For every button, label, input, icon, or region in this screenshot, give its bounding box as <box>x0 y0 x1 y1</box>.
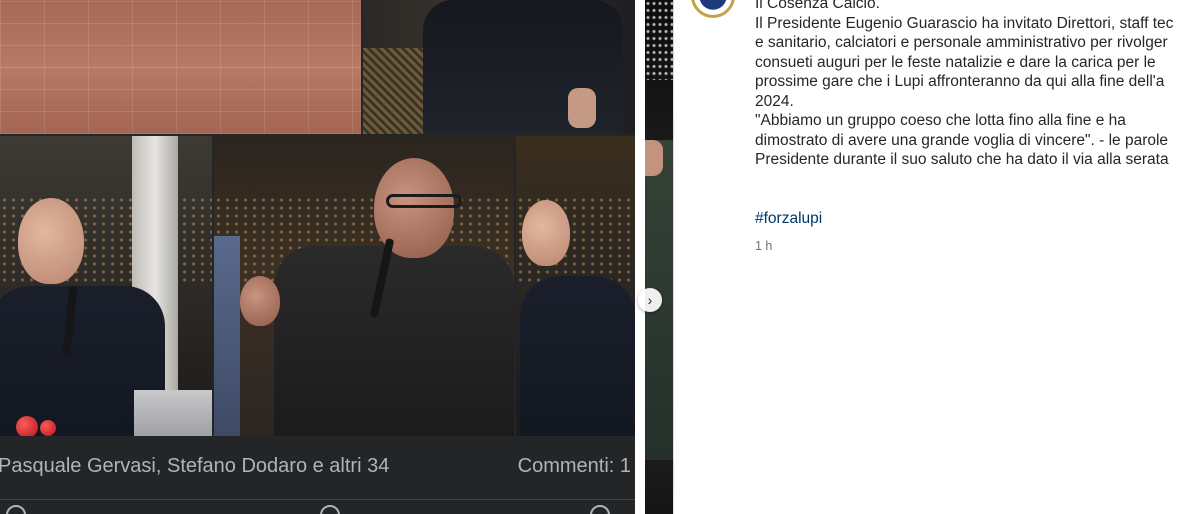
photo-tile-bottom-right[interactable] <box>516 136 635 436</box>
caption-line: 2024. <box>755 92 794 110</box>
christmas-ornament <box>40 420 56 436</box>
laptop <box>134 390 212 436</box>
face-in-image <box>645 140 663 176</box>
wicker-chair <box>363 48 423 134</box>
caption-line: "Abbiamo un gruppo coeso che lotta fino … <box>755 112 1126 129</box>
seated-man-body <box>520 276 635 436</box>
caption-line: e sanitario, calciatori e personale ammi… <box>755 34 1168 51</box>
caption-line: Presidente durante il suo saluto che ha … <box>755 151 1169 168</box>
caption-line: consueti auguri per le feste natalizie e… <box>755 53 1156 71</box>
avatar[interactable] <box>691 0 735 18</box>
comments-count[interactable]: Commenti: 1 <box>518 455 631 478</box>
photo-post: Pasquale Gervasi, Stefano Dodaro e altri… <box>0 0 635 514</box>
chevron-right-icon: › <box>647 292 653 308</box>
president-body <box>274 246 514 436</box>
post-footer: Pasquale Gervasi, Stefano Dodaro e altri… <box>0 437 635 514</box>
christmas-ornament <box>16 416 38 436</box>
caption-line: prossime gare che i Lupi affronteranno d… <box>755 73 1165 90</box>
photo-tile-top-right[interactable] <box>363 0 635 134</box>
glasses <box>386 194 462 208</box>
share-icon[interactable] <box>590 505 610 514</box>
photo-tile-floor[interactable] <box>0 0 361 134</box>
side-person <box>214 236 240 436</box>
caption-line: dimostrato di avere una grande voglia di… <box>755 131 1169 149</box>
caption-line: Il Cosenza Calcio. <box>755 0 880 12</box>
post-timestamp[interactable]: 1 h <box>755 239 772 253</box>
string-lights <box>645 0 673 80</box>
post-image-edge[interactable] <box>645 0 673 514</box>
person-hand <box>568 88 596 128</box>
post-caption: Il Cosenza Calcio. Il Presidente Eugenio… <box>755 0 1200 170</box>
seated-man-head <box>522 200 570 266</box>
hashtag-link[interactable]: #forzalupi <box>755 210 822 228</box>
reactions-summary[interactable]: Pasquale Gervasi, Stefano Dodaro e altri… <box>0 455 389 478</box>
like-icon[interactable] <box>6 505 26 514</box>
panel-divider <box>673 0 674 514</box>
caption-line: Il Presidente Eugenio Guarascio ha invit… <box>755 14 1174 32</box>
comment-icon[interactable] <box>320 505 340 514</box>
footer-divider <box>0 499 635 500</box>
photo-tile-bottom-middle[interactable] <box>214 136 514 436</box>
photo-tile-bottom-left[interactable] <box>0 136 212 436</box>
president-hand <box>240 276 280 326</box>
carousel-next-button[interactable]: › <box>638 288 662 312</box>
speaker-head <box>18 198 84 284</box>
